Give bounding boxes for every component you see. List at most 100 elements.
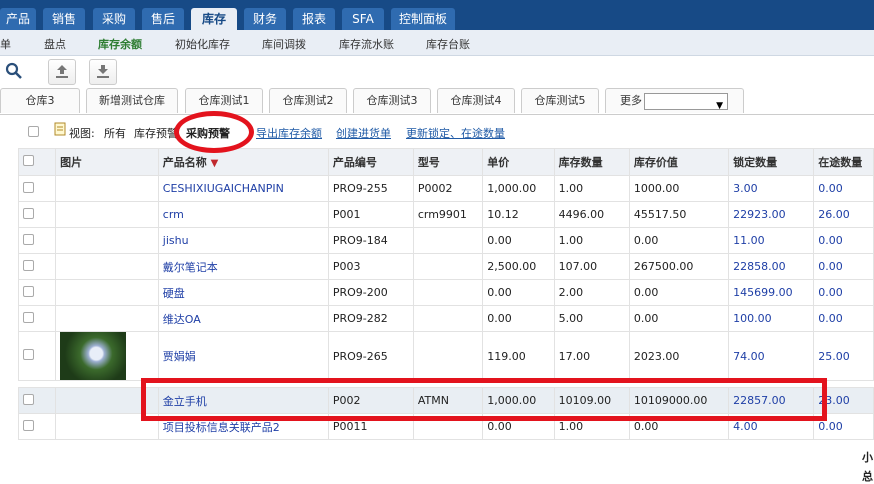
- view-stock-warning[interactable]: 库存预警: [134, 125, 178, 141]
- tab-warehouse-3[interactable]: 仓库3: [0, 88, 80, 113]
- row-checkbox[interactable]: [23, 349, 34, 360]
- tab-products[interactable]: 产品: [0, 8, 36, 30]
- search-icon[interactable]: [5, 62, 23, 83]
- tab-warehouse-test-5[interactable]: 仓库测试5: [521, 88, 599, 113]
- col-product-code[interactable]: 产品编号: [327, 148, 414, 176]
- export-button[interactable]: [89, 59, 117, 85]
- model: P0002: [412, 175, 484, 202]
- row-checkbox[interactable]: [23, 259, 34, 271]
- transit-qty[interactable]: 0.00: [813, 279, 874, 306]
- create-receipt-link[interactable]: 创建进货单: [336, 125, 391, 141]
- sort-desc-icon[interactable]: ▼: [211, 158, 219, 169]
- subnav-item-stock-balance[interactable]: 库存余额: [98, 36, 142, 52]
- product-thumbnail[interactable]: [60, 332, 127, 380]
- locked-qty[interactable]: 100.00: [728, 305, 815, 332]
- col-product-name-label: 产品名称: [162, 156, 207, 169]
- model: [412, 305, 484, 332]
- tab-finance[interactable]: 财务: [244, 8, 286, 30]
- tab-after-sales[interactable]: 售后: [142, 8, 184, 30]
- locked-qty[interactable]: 11.00: [728, 227, 815, 254]
- export-balance-link[interactable]: 导出库存余额: [256, 125, 322, 141]
- row-checkbox[interactable]: [23, 393, 34, 405]
- product-name-link[interactable]: 贾娟娟: [157, 331, 329, 381]
- update-locked-transit-link[interactable]: 更新锁定、在途数量: [406, 125, 505, 141]
- sub-nav: 单 盘点 库存余额 初始化库存 库间调拨 库存流水账 库存台账: [0, 30, 874, 56]
- more-select[interactable]: ▼: [644, 93, 728, 111]
- product-name-link[interactable]: crm: [157, 201, 329, 228]
- tab-control-panel[interactable]: 控制面板: [391, 8, 455, 30]
- locked-qty[interactable]: 22923.00: [728, 201, 815, 228]
- col-transit-qty[interactable]: 在途数量: [813, 148, 874, 176]
- tab-inventory[interactable]: 库存: [191, 8, 237, 30]
- subtotal-label: 小: [862, 451, 873, 464]
- more-label: 更多: [620, 94, 642, 107]
- col-model[interactable]: 型号: [412, 148, 484, 176]
- row-checkbox[interactable]: [23, 207, 34, 219]
- tab-new-test-warehouse[interactable]: 新增测试仓库: [86, 88, 178, 113]
- col-stock-qty[interactable]: 库存数量: [553, 148, 630, 176]
- subnav-item-stock-ledger[interactable]: 库存流水账: [339, 36, 394, 52]
- product-name-link[interactable]: jishu: [157, 227, 329, 254]
- product-code: P003: [327, 253, 414, 280]
- select-all-checkbox[interactable]: [28, 126, 39, 137]
- locked-qty[interactable]: 22858.00: [728, 253, 815, 280]
- col-product-name[interactable]: 产品名称 ▼: [157, 148, 329, 176]
- col-locked-qty[interactable]: 锁定数量: [728, 148, 815, 176]
- transit-qty[interactable]: 0.00: [813, 253, 874, 280]
- product-name-link[interactable]: 戴尔笔记本: [157, 253, 329, 280]
- note-icon: [54, 122, 67, 139]
- top-nav: 产品 销售 采购 售后 库存 财务 报表 SFA 控制面板: [0, 0, 874, 30]
- header-checkbox-cell: [17, 148, 57, 176]
- import-button[interactable]: [48, 59, 76, 85]
- tab-warehouse-test-3[interactable]: 仓库测试3: [353, 88, 431, 113]
- transit-qty[interactable]: 25.00: [813, 331, 874, 381]
- subnav-item-stocktake[interactable]: 盘点: [44, 36, 66, 52]
- tab-warehouse-test-2[interactable]: 仓库测试2: [269, 88, 347, 113]
- row-checkbox[interactable]: [23, 311, 34, 323]
- tab-reports[interactable]: 报表: [293, 8, 335, 30]
- toolbar: [0, 56, 874, 88]
- transit-qty[interactable]: 0.00: [813, 305, 874, 332]
- model: [412, 253, 484, 280]
- row-checkbox[interactable]: [23, 233, 34, 245]
- tab-sfa[interactable]: SFA: [342, 8, 384, 30]
- col-stock-value[interactable]: 库存价值: [628, 148, 730, 176]
- view-all[interactable]: 所有: [104, 125, 126, 141]
- tab-more[interactable]: 更多 ▼: [605, 88, 744, 113]
- col-unit-price[interactable]: 单价: [482, 148, 555, 176]
- subnav-item-cut[interactable]: 单: [0, 36, 11, 52]
- locked-qty[interactable]: 74.00: [728, 331, 815, 381]
- stock-value: 2023.00: [628, 331, 730, 381]
- row-checkbox[interactable]: [23, 419, 34, 431]
- stock-qty: 4496.00: [553, 201, 630, 228]
- tab-warehouse-test-1[interactable]: 仓库测试1: [185, 88, 263, 113]
- product-name-link[interactable]: 维达OA: [157, 305, 329, 332]
- transit-qty[interactable]: 0.00: [813, 175, 874, 202]
- tab-sales[interactable]: 销售: [43, 8, 85, 30]
- unit-price: 0.00: [482, 305, 555, 332]
- subnav-item-init-stock[interactable]: 初始化库存: [175, 36, 230, 52]
- model: [412, 331, 484, 381]
- table-header-row: 图片 产品名称 ▼ 产品编号 型号 单价 库存数量 库存价值 锁定数量 在途数量: [17, 148, 874, 176]
- header-checkbox[interactable]: [23, 155, 34, 166]
- image-cell: [55, 305, 159, 332]
- product-name-link[interactable]: CESHIXIUGAICHANPIN: [157, 175, 329, 202]
- unit-price: 119.00: [482, 331, 555, 381]
- transit-qty[interactable]: 26.00: [813, 201, 874, 228]
- row-checkbox[interactable]: [23, 181, 34, 193]
- stock-qty: 107.00: [553, 253, 630, 280]
- table-row: jishu PRO9-184 0.00 1.00 0.00 11.00 0.00: [17, 227, 874, 254]
- image-cell: [55, 175, 159, 202]
- total-label: 总: [862, 470, 873, 483]
- locked-qty[interactable]: 3.00: [728, 175, 815, 202]
- chevron-down-icon: ▼: [716, 101, 723, 111]
- row-checkbox[interactable]: [23, 285, 34, 297]
- tab-purchase[interactable]: 采购: [93, 8, 135, 30]
- transit-qty[interactable]: 0.00: [813, 227, 874, 254]
- unit-price: 0.00: [482, 227, 555, 254]
- subnav-item-transfer[interactable]: 库间调拨: [262, 36, 306, 52]
- subnav-item-stock-book[interactable]: 库存台账: [426, 36, 470, 52]
- product-name-link[interactable]: 硬盘: [157, 279, 329, 306]
- tab-warehouse-test-4[interactable]: 仓库测试4: [437, 88, 515, 113]
- locked-qty[interactable]: 145699.00: [728, 279, 815, 306]
